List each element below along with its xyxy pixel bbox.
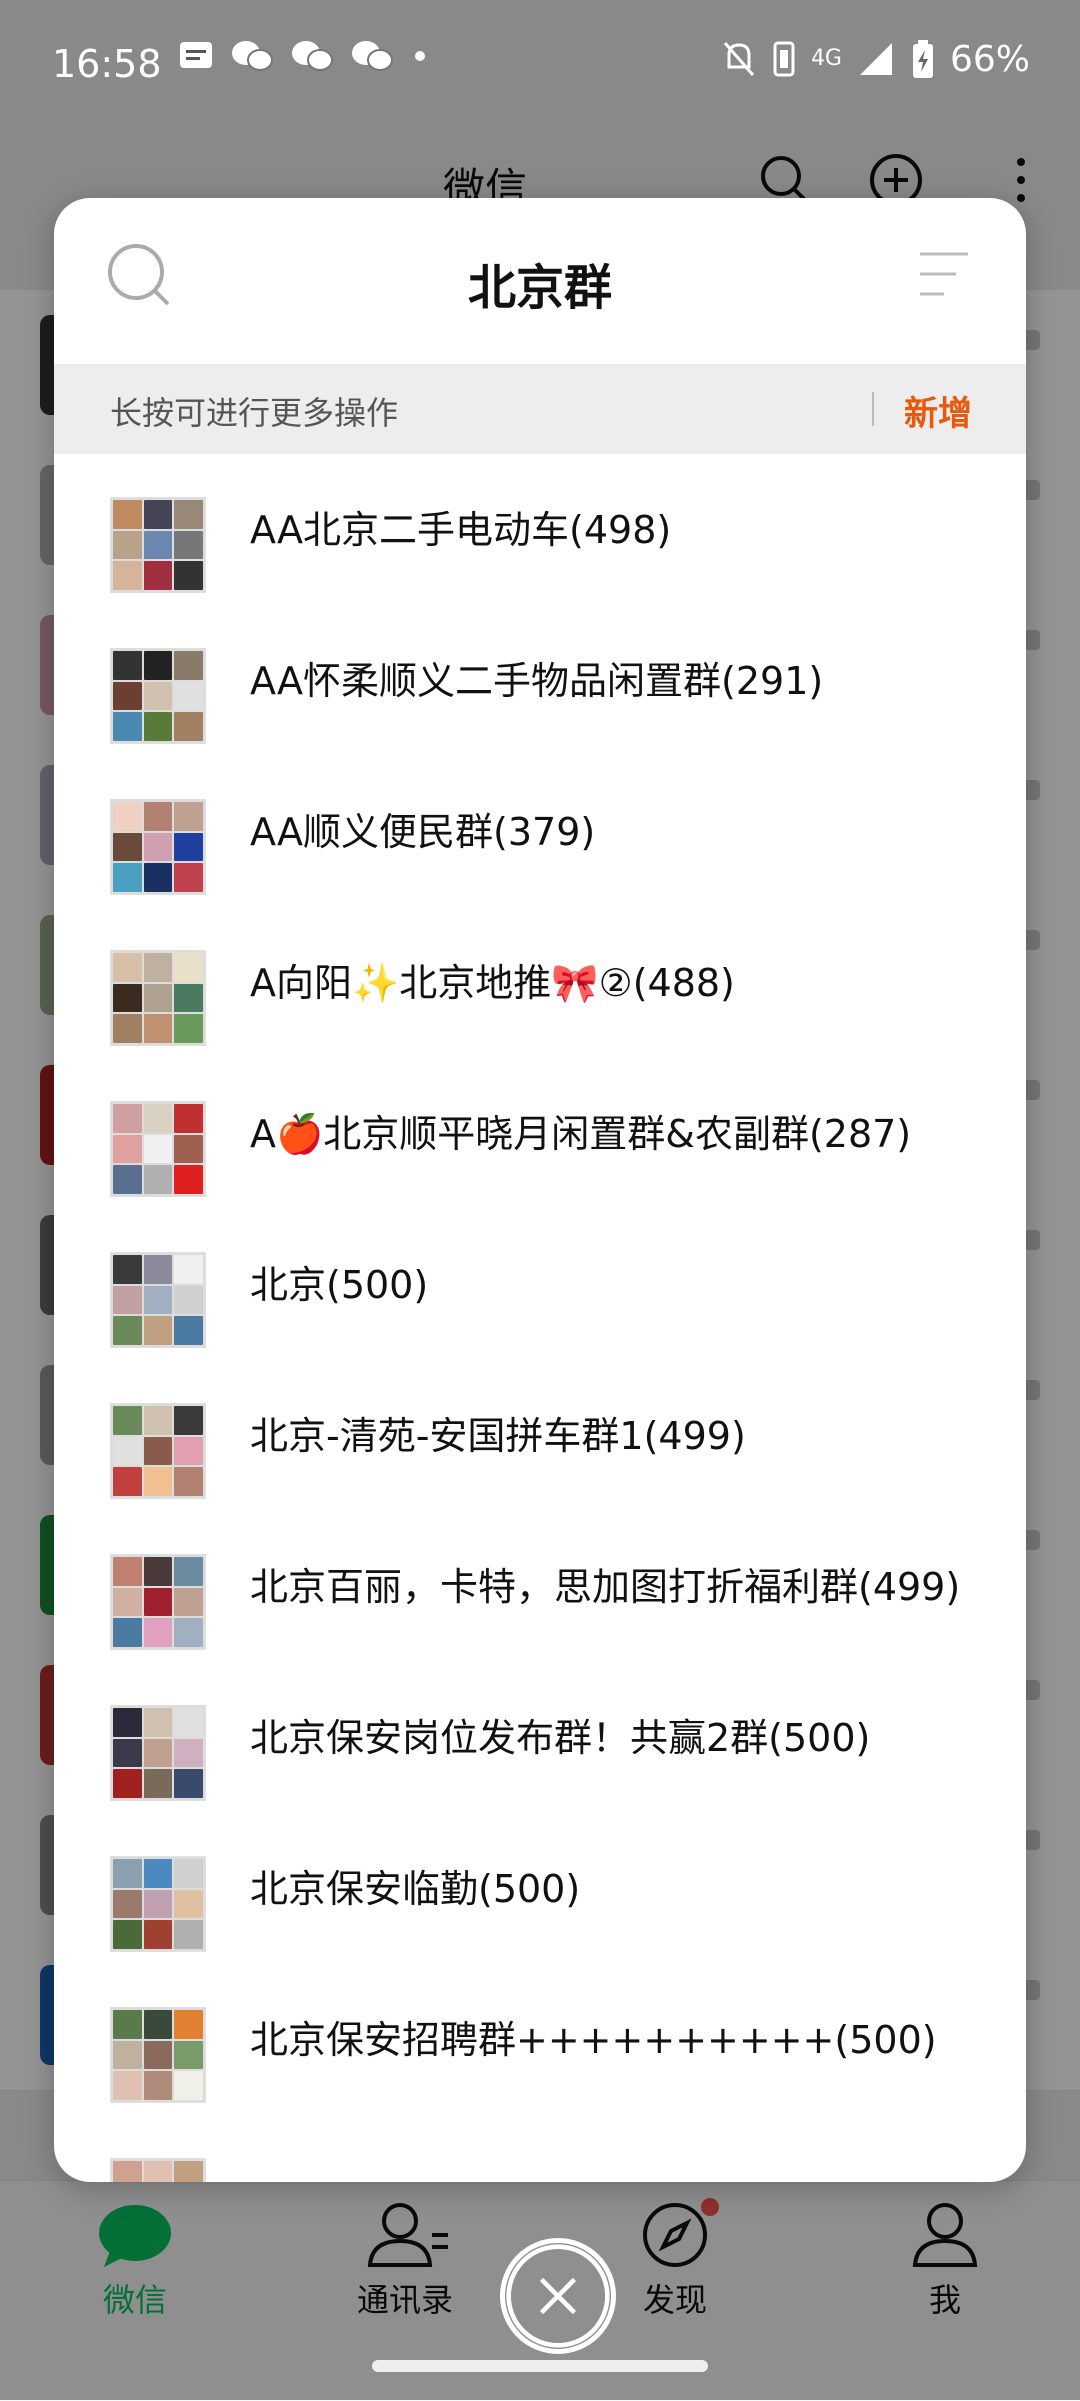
list-item[interactable]: AA怀柔顺义二手物品闲置群(291) xyxy=(54,605,1026,756)
home-indicator[interactable] xyxy=(372,2360,708,2372)
group-name: AA顺义便民群(379) xyxy=(250,809,596,854)
group-avatar xyxy=(110,497,206,593)
group-avatar xyxy=(110,1101,206,1197)
list-item[interactable]: 北京-清苑-安国拼车群1(499) xyxy=(54,1360,1026,1511)
list-item[interactable]: 北京百丽，卡特，思加图打折福利群(499) xyxy=(54,1511,1026,1662)
group-name: 北京百丽，卡特，思加图打折福利群(499) xyxy=(250,1564,961,1609)
wechat-icon xyxy=(232,41,273,71)
group-name: A🍎北京顺平晓月闲置群&农副群(287) xyxy=(250,1111,912,1156)
group-avatar xyxy=(110,799,206,895)
dialog-header: 北京群 xyxy=(54,198,1026,364)
group-avatar xyxy=(110,1403,206,1499)
group-avatar xyxy=(110,1252,206,1348)
network-type: 4G xyxy=(810,46,842,71)
group-avatar xyxy=(110,648,206,744)
hint-text: 长按可进行更多操作 xyxy=(110,394,399,432)
battery-charging-icon xyxy=(912,40,933,78)
group-name: A向阳✨北京地推🎀②(488) xyxy=(250,960,735,1005)
notification-icons xyxy=(178,38,430,74)
status-time: 16:58 xyxy=(52,42,162,86)
group-avatar xyxy=(110,950,206,1046)
group-name: AA怀柔顺义二手物品闲置群(291) xyxy=(250,658,824,703)
group-name: 北京-清苑-安国拼车群1(499) xyxy=(250,1413,746,1458)
wechat-icon xyxy=(352,41,393,71)
more-notifications-dot-icon xyxy=(415,51,425,61)
dialog-title: 北京群 xyxy=(467,260,612,316)
list-item[interactable]: 北京保安岗位发布群！共赢2群(500) xyxy=(54,1662,1026,1813)
hint-bar: 长按可进行更多操作 新增 xyxy=(54,364,1026,454)
group-name: 北京保安岗位发布群！共赢2群(500) xyxy=(250,1715,871,1760)
divider xyxy=(872,392,874,426)
battery-percent: 66% xyxy=(949,38,1030,80)
group-list: AA北京二手电动车(498) AA怀柔顺义二手物品闲置群(291) AA顺义便民… xyxy=(54,454,1026,2182)
group-avatar xyxy=(110,1705,206,1801)
group-name: AA北京二手电动车(498) xyxy=(250,507,672,552)
group-list-dialog: 北京群 长按可进行更多操作 新增 AA北京二手电动车(498) AA怀柔顺义二手… xyxy=(54,198,1026,2182)
group-avatar xyxy=(110,2007,206,2103)
message-icon xyxy=(180,42,212,68)
bell-off-icon xyxy=(723,42,755,76)
menu-icon[interactable] xyxy=(918,250,970,298)
list-item[interactable]: A向阳✨北京地推🎀②(488) xyxy=(54,907,1026,1058)
group-avatar xyxy=(110,2158,206,2182)
group-name: 北京(500) xyxy=(250,1262,429,1307)
group-name: 北京保安招聘群++++++++++(500) xyxy=(250,2017,937,2062)
wechat-icon xyxy=(292,41,333,71)
signal-icon xyxy=(859,43,892,75)
group-name xyxy=(250,2115,966,2182)
system-icons: 4G 66% xyxy=(721,38,1030,80)
list-item[interactable]: A🍎北京顺平晓月闲置群&农副群(287) xyxy=(54,1058,1026,1209)
vibrate-icon xyxy=(773,41,795,77)
group-avatar xyxy=(110,1856,206,1952)
list-item[interactable]: AA北京二手电动车(498) xyxy=(54,454,1026,605)
list-item[interactable]: AA顺义便民群(379) xyxy=(54,756,1026,907)
group-avatar xyxy=(110,1554,206,1650)
list-item[interactable] xyxy=(54,2115,1026,2182)
list-item[interactable]: 北京(500) xyxy=(54,1209,1026,1360)
list-item[interactable]: 北京保安招聘群++++++++++(500) xyxy=(54,1964,1026,2115)
add-button[interactable]: 新增 xyxy=(904,386,972,435)
status-bar: 16:58 4G 66% xyxy=(0,0,1080,120)
list-item[interactable]: 北京保安临勤(500) xyxy=(54,1813,1026,1964)
group-name: 北京保安临勤(500) xyxy=(250,1866,581,1911)
close-icon[interactable] xyxy=(500,2238,616,2354)
